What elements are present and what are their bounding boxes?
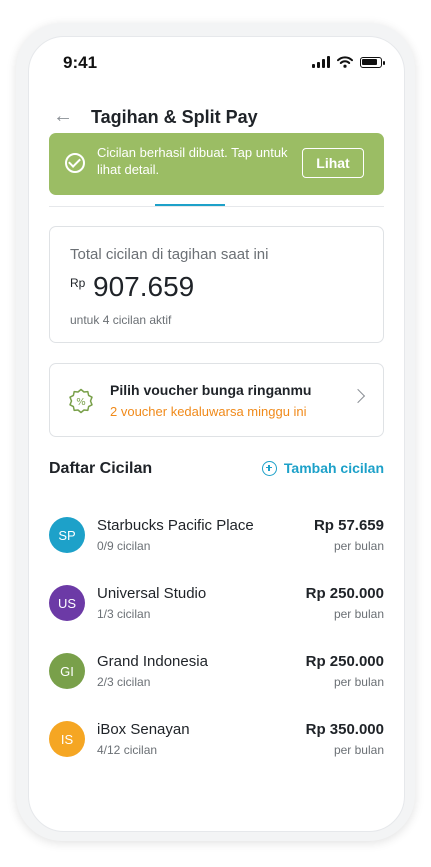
avatar: IS (49, 721, 85, 757)
period-label: per bulan (333, 607, 384, 621)
period-label: per bulan (333, 675, 384, 689)
total-amount: 907.659 (93, 271, 195, 302)
discount-badge-icon: % (69, 388, 93, 414)
merchant-name: iBox Senayan (97, 721, 190, 738)
period-label: per bulan (333, 539, 384, 553)
status-time: 9:41 (63, 53, 98, 72)
page-title: Tagihan & Split Pay (91, 107, 258, 127)
success-toast[interactable]: Cicilan berhasil dibuat. Tap untuk lihat… (49, 133, 384, 195)
back-arrow-icon[interactable]: ← (53, 105, 73, 128)
monthly-amount: Rp 250.000 (305, 585, 384, 602)
avatar: GI (49, 653, 85, 689)
total-label: Total cicilan di tagihan saat ini (70, 246, 269, 263)
avatar: SP (49, 517, 85, 553)
list-item[interactable]: US Universal Studio 1/3 cicilan Rp 250.0… (49, 585, 384, 635)
voucher-title: Pilih voucher bunga ringanmu (110, 382, 312, 398)
merchant-name: Starbucks Pacific Place (97, 517, 254, 534)
chevron-right-icon (350, 388, 366, 404)
toast-view-button[interactable]: Lihat (302, 148, 364, 178)
signal-icon (312, 56, 330, 68)
list-item[interactable]: GI Grand Indonesia 2/3 cicilan Rp 250.00… (49, 653, 384, 703)
phone-screen: 9:41 ← Tagihan & Split Pay Cicilan berha… (28, 36, 405, 832)
avatar: US (49, 585, 85, 621)
active-installments-count: untuk 4 cicilan aktif (70, 313, 172, 327)
installment-progress: 2/3 cicilan (97, 675, 151, 689)
status-icons (312, 56, 385, 68)
installment-progress: 4/12 cicilan (97, 743, 158, 757)
installment-list-title: Daftar Cicilan (49, 460, 153, 477)
check-circle-icon (65, 153, 85, 173)
installment-progress: 1/3 cicilan (97, 607, 151, 621)
monthly-amount: Rp 57.659 (313, 517, 384, 534)
monthly-amount: Rp 350.000 (305, 721, 384, 738)
monthly-amount: Rp 250.000 (305, 653, 384, 670)
battery-icon (360, 56, 385, 68)
merchant-name: Grand Indonesia (97, 653, 208, 670)
installment-progress: 0/9 cicilan (97, 539, 151, 553)
voucher-expiry-note: 2 voucher kedaluwarsa minggu ini (110, 404, 307, 419)
plus-circle-icon (261, 460, 277, 476)
total-installment-card: Total cicilan di tagihan saat ini Rp 907… (49, 226, 384, 343)
svg-text:%: % (76, 397, 86, 408)
add-installment-button[interactable]: Tambah cicilan (261, 460, 384, 476)
voucher-card[interactable]: % Pilih voucher bunga ringanmu 2 voucher… (49, 363, 384, 437)
tab-divider (49, 206, 384, 207)
list-item[interactable]: IS iBox Senayan 4/12 cicilan Rp 350.000 … (49, 721, 384, 771)
currency-label: Rp (70, 276, 86, 290)
list-item[interactable]: SP Starbucks Pacific Place 0/9 cicilan R… (49, 517, 384, 567)
wifi-icon (337, 56, 353, 68)
tab-indicator (155, 204, 225, 206)
toast-message: Cicilan berhasil dibuat. Tap untuk lihat… (97, 145, 288, 177)
add-installment-label: Tambah cicilan (283, 460, 384, 476)
merchant-name: Universal Studio (97, 585, 207, 602)
period-label: per bulan (333, 743, 384, 757)
